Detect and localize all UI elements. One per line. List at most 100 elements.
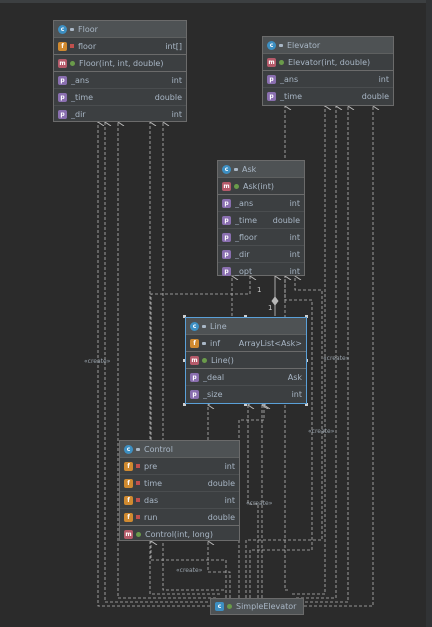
property-icon: p: [190, 389, 199, 399]
field-type: ArrayList<Ask>: [238, 338, 302, 348]
field-type: int[]: [165, 41, 182, 51]
method-icon: m: [58, 58, 67, 68]
dep-simpleelevator-control-2: [208, 541, 231, 598]
property-row[interactable]: p _time double: [263, 88, 393, 104]
stereotype-label: «create»: [84, 358, 111, 365]
property-row[interactable]: p _time double: [218, 212, 304, 229]
property-row[interactable]: p _deal Ask: [186, 369, 306, 386]
property-icon: p: [222, 215, 231, 225]
public-visibility-icon: [279, 59, 284, 65]
property-name: _time: [71, 92, 94, 102]
constructor-row[interactable]: m Ask(int): [218, 178, 304, 195]
field-row[interactable]: f pre int: [120, 458, 239, 475]
property-icon: p: [222, 198, 231, 208]
package-visibility-icon: [234, 167, 238, 171]
property-type: double: [154, 92, 182, 102]
class-control-header[interactable]: c Control: [120, 441, 239, 458]
property-icon: p: [267, 74, 276, 84]
property-row[interactable]: p _ans int: [54, 72, 186, 89]
class-elevator[interactable]: c Elevator m Elevator(int, double) p _an…: [262, 36, 394, 106]
public-visibility-icon: [227, 604, 232, 609]
public-visibility-icon: [136, 531, 141, 537]
field-row[interactable]: f inf ArrayList<Ask>: [186, 335, 306, 352]
property-row[interactable]: p _opt int: [218, 263, 304, 279]
field-row[interactable]: f floor int[]: [54, 38, 186, 55]
property-name: _dir: [235, 249, 250, 259]
class-line-header[interactable]: c Line: [186, 318, 306, 335]
field-row[interactable]: f das int: [120, 492, 239, 509]
public-visibility-icon: [202, 357, 207, 363]
class-icon: c: [222, 164, 231, 174]
property-name: _dir: [71, 109, 86, 119]
field-name: run: [144, 512, 158, 522]
vertical-scrollbar-track[interactable]: [426, 0, 432, 627]
class-elevator-name: Elevator: [287, 40, 321, 50]
constructor-name: Elevator(int, double): [288, 57, 371, 67]
property-name: _deal: [203, 372, 225, 382]
class-ask[interactable]: c Ask m Ask(int) p _ans int p _time doub…: [217, 160, 305, 276]
class-icon: c: [58, 24, 67, 34]
field-name: floor: [78, 41, 97, 51]
constructor-row[interactable]: m Control(int, long): [120, 526, 239, 542]
public-visibility-icon: [234, 183, 239, 189]
property-type: int: [289, 198, 300, 208]
class-icon: c: [124, 444, 133, 454]
composition-diamond: [271, 296, 279, 306]
class-floor-header[interactable]: c Floor: [54, 21, 186, 38]
constructor-row[interactable]: m Floor(int, int, double): [54, 55, 186, 72]
class-control-name: Control: [144, 444, 173, 454]
property-name: _ans: [280, 74, 299, 84]
method-icon: m: [267, 57, 276, 67]
property-row[interactable]: p _dir int: [218, 246, 304, 263]
property-name: _time: [280, 91, 303, 101]
private-visibility-icon: [136, 464, 140, 468]
property-type: Ask: [287, 372, 302, 382]
field-icon: f: [124, 495, 133, 505]
class-simpleelevator[interactable]: c SimpleElevator: [210, 598, 304, 615]
property-type: int: [289, 266, 300, 276]
class-line-name: Line: [210, 321, 227, 331]
property-row[interactable]: p _time double: [54, 89, 186, 106]
property-icon: p: [267, 91, 276, 101]
property-row[interactable]: p _size int: [186, 386, 306, 402]
package-visibility-icon: [136, 447, 140, 451]
property-type: int: [289, 249, 300, 259]
package-visibility-icon: [279, 43, 283, 47]
field-row[interactable]: f run double: [120, 509, 239, 526]
property-row[interactable]: p _ans int: [218, 195, 304, 212]
constructor-row[interactable]: m Elevator(int, double): [263, 54, 393, 71]
property-type: double: [361, 91, 389, 101]
property-row[interactable]: p _floor int: [218, 229, 304, 246]
multiplicity-label: 1: [268, 304, 273, 312]
property-name: _ans: [235, 198, 254, 208]
property-icon: p: [222, 249, 231, 259]
method-icon: m: [190, 355, 199, 365]
class-floor[interactable]: c Floor f floor int[] m Floor(int, int, …: [53, 20, 187, 122]
constructor-name: Line(): [211, 355, 234, 365]
class-simpleelevator-header[interactable]: c SimpleElevator: [211, 599, 303, 614]
property-name: _floor: [235, 232, 258, 242]
field-icon: f: [124, 461, 133, 471]
stereotype-label: «create»: [323, 355, 350, 362]
class-icon: c: [267, 40, 276, 50]
field-row[interactable]: f time double: [120, 475, 239, 492]
class-control[interactable]: c Control f pre int f time double f das …: [119, 440, 240, 541]
field-name: pre: [144, 461, 158, 471]
class-elevator-header[interactable]: c Elevator: [263, 37, 393, 54]
class-ask-header[interactable]: c Ask: [218, 161, 304, 178]
class-ask-name: Ask: [242, 164, 257, 174]
constructor-row[interactable]: m Line(): [186, 352, 306, 369]
stereotype-label: «create»: [176, 567, 203, 574]
property-icon: p: [190, 372, 199, 382]
field-name: das: [144, 495, 159, 505]
property-row[interactable]: p _dir int: [54, 106, 186, 122]
property-name: _opt: [235, 266, 253, 276]
class-line[interactable]: c Line f inf ArrayList<Ask> m Line() p _…: [185, 317, 307, 404]
property-type: int: [378, 74, 389, 84]
class-icon: c: [215, 602, 224, 611]
stereotype-label: «create»: [308, 428, 335, 435]
field-icon: f: [190, 338, 199, 348]
field-icon: f: [124, 478, 133, 488]
property-type: int: [289, 232, 300, 242]
property-row[interactable]: p _ans int: [263, 71, 393, 88]
